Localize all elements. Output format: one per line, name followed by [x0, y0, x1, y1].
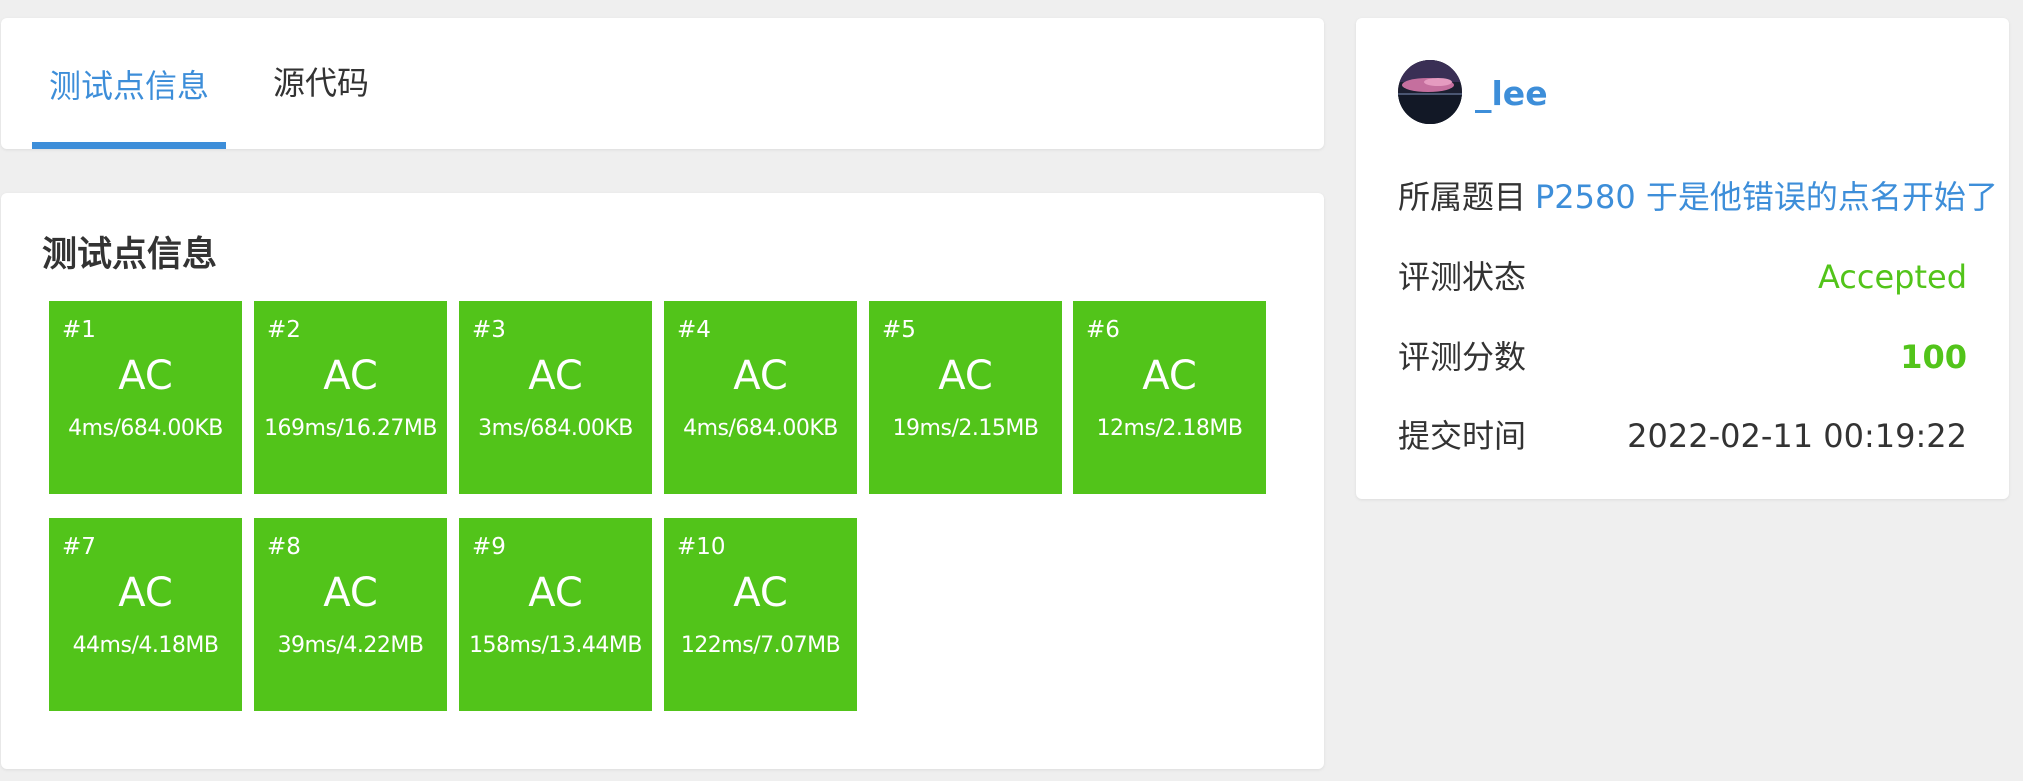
- problem-label: 所属题目: [1398, 178, 1527, 216]
- testcase-status: AC: [528, 353, 583, 399]
- testcase-time-memory: 12ms/2.18MB: [1096, 416, 1243, 441]
- testcase-time-memory: 4ms/684.00KB: [683, 416, 838, 441]
- testcase-time-memory: 3ms/684.00KB: [478, 416, 633, 441]
- testcase-status: AC: [733, 570, 788, 616]
- testcase-tile-2[interactable]: #2 AC 169ms/16.27MB: [254, 301, 447, 494]
- avatar[interactable]: [1398, 60, 1462, 124]
- submit-time-label: 提交时间: [1398, 417, 1527, 455]
- submit-time-value: 2022-02-11 00:19:22: [1627, 417, 1967, 455]
- testcase-time-memory: 158ms/13.44MB: [469, 633, 642, 658]
- testcase-status: AC: [1142, 353, 1197, 399]
- testcase-number: #6: [1086, 317, 1120, 343]
- testcase-number: #9: [472, 534, 506, 560]
- testcase-tile-8[interactable]: #8 AC 39ms/4.22MB: [254, 518, 447, 711]
- testcase-time-memory: 19ms/2.15MB: [892, 416, 1039, 441]
- testcase-status: AC: [118, 353, 173, 399]
- testcase-tile-9[interactable]: #9 AC 158ms/13.44MB: [459, 518, 652, 711]
- testcase-tile-3[interactable]: #3 AC 3ms/684.00KB: [459, 301, 652, 494]
- tab-source-code[interactable]: 源代码: [256, 18, 386, 149]
- testcase-time-memory: 39ms/4.22MB: [277, 633, 424, 658]
- testcase-status: AC: [938, 353, 993, 399]
- username-link[interactable]: _lee: [1475, 74, 1548, 114]
- testcase-time-memory: 44ms/4.18MB: [72, 633, 219, 658]
- testcase-time-memory: 122ms/7.07MB: [680, 633, 841, 658]
- testcase-status: AC: [528, 570, 583, 616]
- testcase-status: AC: [323, 570, 378, 616]
- judge-status-value: Accepted: [1817, 258, 1967, 296]
- avatar-image: [1398, 60, 1462, 124]
- testcase-tile-5[interactable]: #5 AC 19ms/2.15MB: [869, 301, 1062, 494]
- testcase-tile-4[interactable]: #4 AC 4ms/684.00KB: [664, 301, 857, 494]
- testcase-number: #4: [677, 317, 711, 343]
- testcase-tile-6[interactable]: #6 AC 12ms/2.18MB: [1073, 301, 1266, 494]
- testcase-number: #3: [472, 317, 506, 343]
- testcase-time-memory: 4ms/684.00KB: [68, 416, 223, 441]
- testcase-number: #5: [882, 317, 916, 343]
- judge-status-label: 评测状态: [1398, 258, 1527, 296]
- testcase-tile-10[interactable]: #10 AC 122ms/7.07MB: [664, 518, 857, 711]
- tab-testcase-info[interactable]: 测试点信息: [32, 18, 227, 149]
- testcase-status: AC: [323, 353, 378, 399]
- testcase-time-memory: 169ms/16.27MB: [264, 416, 437, 441]
- testcase-number: #10: [677, 534, 726, 560]
- testcase-section-title: 测试点信息: [42, 235, 218, 275]
- testcase-tile-7[interactable]: #7 AC 44ms/4.18MB: [49, 518, 242, 711]
- score-label: 评测分数: [1398, 338, 1527, 376]
- testcase-status: AC: [733, 353, 788, 399]
- score-value: 100: [1900, 338, 1967, 376]
- testcase-number: #8: [267, 534, 301, 560]
- testcase-tile-1[interactable]: #1 AC 4ms/684.00KB: [49, 301, 242, 494]
- testcase-number: #7: [62, 534, 96, 560]
- testcase-status: AC: [118, 570, 173, 616]
- testcase-number: #2: [267, 317, 301, 343]
- problem-link[interactable]: P2580 于是他错误的点名开始了: [1535, 177, 1998, 217]
- testcase-number: #1: [62, 317, 96, 343]
